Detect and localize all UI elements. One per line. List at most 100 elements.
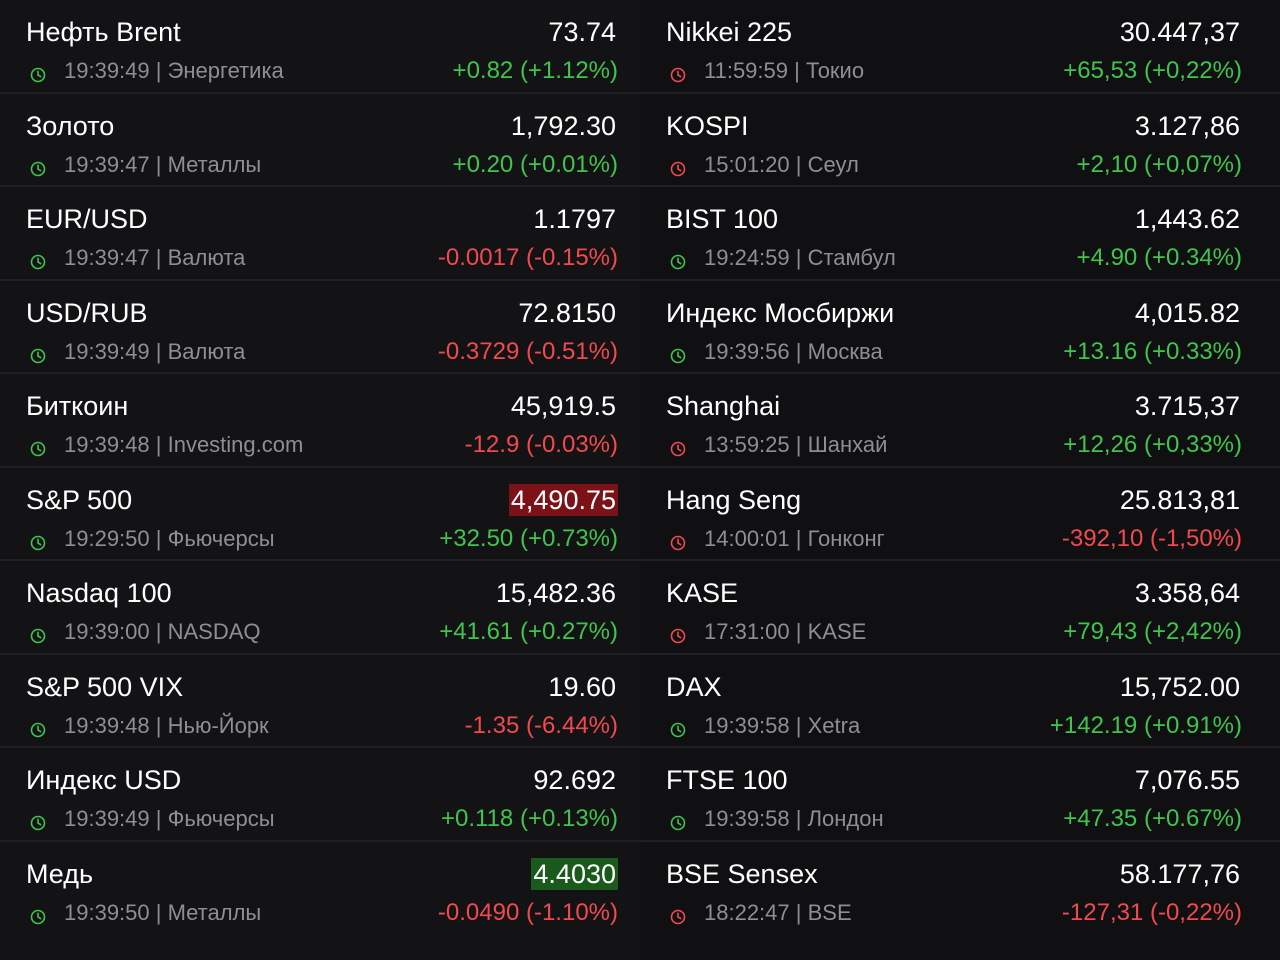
instrument-price: 72.8150 bbox=[518, 297, 616, 328]
quote-time: 19:39:00 bbox=[64, 619, 150, 644]
separator: | bbox=[789, 712, 808, 738]
quote-source: Токио bbox=[805, 58, 865, 83]
price-change: +2,10 (+0,07%) bbox=[1076, 150, 1242, 178]
instrument-name: Shanghai bbox=[666, 391, 781, 421]
quote-row-nikkei-225[interactable]: Nikkei 225 30.447,37 11:59:59 | Токио +65,5… bbox=[640, 0, 1280, 94]
quote-row-kospi[interactable]: KOSPI 3.127,86 15:01:20 | Сеул +2,10 (+0,07… bbox=[640, 94, 1280, 187]
price-change: +32.50 (+0.73%) bbox=[439, 524, 618, 552]
quote-time: 17:31:00 bbox=[704, 619, 790, 644]
quote-source: KASE bbox=[807, 619, 867, 644]
separator: | bbox=[789, 151, 808, 177]
instrument-name: KOSPI bbox=[666, 110, 749, 141]
clock-icon bbox=[670, 905, 686, 924]
separator: | bbox=[149, 899, 168, 925]
instrument-price: 73.74 bbox=[548, 17, 616, 47]
quote-row-индекс-мосбиржи[interactable]: Индекс Мосбиржи 4,015.82 19:39:56 | Москва… bbox=[640, 281, 1280, 374]
quote-meta: 19:39:58 | Лондон bbox=[666, 804, 884, 834]
quote-row-нефть-brent[interactable]: Нефть Brent 73.74 19:39:49 | Энергетика +0.… bbox=[0, 0, 640, 94]
quote-row-bse-sensex[interactable]: BSE Sensex 58.177,76 18:22:47 | BSE -127,31… bbox=[640, 842, 1280, 936]
quote-meta: 19:39:00 | NASDAQ bbox=[26, 617, 261, 647]
quote-source: Стамбул bbox=[807, 245, 896, 270]
instrument-price: 92.692 bbox=[533, 765, 616, 795]
separator: | bbox=[789, 619, 808, 644]
separator: | bbox=[149, 525, 168, 551]
quote-time: 19:39:49 bbox=[64, 806, 150, 831]
quote-row-s-p-500-vix[interactable]: S&P 500 VIX 19.60 19:39:48 | Нью-Йорк -1.35… bbox=[0, 655, 640, 748]
quote-meta: 19:24:59 | Стамбул bbox=[666, 243, 896, 273]
price-change: +12,26 (+0,33%) bbox=[1063, 431, 1242, 458]
price-change: -392,10 (-1,50%) bbox=[1061, 524, 1242, 552]
quote-meta: 19:39:49 | Фьючерсы bbox=[26, 804, 275, 834]
instrument-price: 3.358,64 bbox=[1134, 578, 1240, 608]
quote-meta: 14:00:01 | Гонконг bbox=[666, 524, 885, 554]
price-change: -0.3729 (-0.51%) bbox=[437, 337, 618, 365]
instrument-name: BSE Sensex bbox=[666, 858, 818, 889]
quote-meta: 19:39:48 | Investing.com bbox=[26, 430, 303, 460]
clock-icon bbox=[670, 531, 686, 550]
quote-meta: 19:39:49 | Энергетика bbox=[26, 56, 284, 86]
quote-time: 19:39:49 bbox=[64, 58, 150, 83]
price-change: +0.82 (+1.12%) bbox=[452, 57, 618, 84]
separator: | bbox=[789, 525, 808, 551]
instrument-name: Медь bbox=[26, 858, 94, 889]
quote-source: Investing.com bbox=[167, 432, 304, 457]
instrument-price: 4.4030 bbox=[531, 857, 618, 890]
instrument-price: 15,752.00 bbox=[1119, 671, 1240, 702]
quote-row-индекс-usd[interactable]: Индекс USD 92.692 19:39:49 | Фьючерсы +0.11… bbox=[0, 748, 640, 842]
instrument-name: BIST 100 bbox=[666, 204, 779, 234]
separator: | bbox=[149, 619, 168, 644]
quote-time: 18:22:47 bbox=[704, 899, 790, 925]
quote-row-nasdaq-100[interactable]: Nasdaq 100 15,482.36 19:39:00 | NASDAQ +41.… bbox=[0, 561, 640, 655]
quote-source: Нью-Йорк bbox=[167, 712, 269, 738]
price-change: +142.19 (+0.91%) bbox=[1049, 711, 1242, 739]
separator: | bbox=[149, 245, 168, 270]
quote-time: 19:39:47 bbox=[64, 245, 150, 270]
quote-row-bist-100[interactable]: BIST 100 1,443.62 19:24:59 | Стамбул +4.90 … bbox=[640, 187, 1280, 281]
instrument-name: Нефть Brent bbox=[26, 17, 181, 47]
quote-meta: 19:29:50 | Фьючерсы bbox=[26, 524, 275, 554]
quote-row-s-p-500[interactable]: S&P 500 4,490.75 19:29:50 | Фьючерсы +32.50… bbox=[0, 468, 640, 561]
clock-icon bbox=[30, 905, 46, 924]
quote-source: Фьючерсы bbox=[167, 806, 275, 831]
instrument-price: 4,015.82 bbox=[1134, 297, 1240, 328]
quote-row-золото[interactable]: Золото 1,792.30 19:39:47 | Металлы +0.20 (+… bbox=[0, 94, 640, 187]
clock-icon bbox=[30, 437, 46, 457]
quote-row-ftse-100[interactable]: FTSE 100 7,076.55 19:39:58 | Лондон +47.35 … bbox=[640, 748, 1280, 842]
quote-row-dax[interactable]: DAX 15,752.00 19:39:58 | Xetra +142.19 (+0.… bbox=[640, 655, 1280, 748]
instrument-name: Индекс Мосбиржи bbox=[666, 297, 895, 328]
quote-row-shanghai[interactable]: Shanghai 3.715,37 13:59:25 | Шанхай +12,26 … bbox=[640, 374, 1280, 468]
instrument-name: Nasdaq 100 bbox=[26, 578, 172, 608]
quote-meta: 19:39:47 | Металлы bbox=[26, 150, 261, 180]
quote-meta: 19:39:48 | Нью-Йорк bbox=[26, 711, 269, 741]
instrument-name: Золото bbox=[26, 110, 115, 141]
quote-row-eur-usd[interactable]: EUR/USD 1.1797 19:39:47 | Валюта -0.0017 (-… bbox=[0, 187, 640, 281]
quote-row-медь[interactable]: Медь 4.4030 19:39:50 | Металлы -0.0490 (-1.… bbox=[0, 842, 640, 936]
separator: | bbox=[149, 432, 168, 457]
clock-icon bbox=[30, 157, 46, 176]
quote-time: 19:39:50 bbox=[64, 899, 150, 925]
instrument-name: Индекс USD bbox=[26, 765, 182, 795]
quote-row-биткоин[interactable]: Биткоин 45,919.5 19:39:48 | Investing.com -… bbox=[0, 374, 640, 468]
quote-row-kase[interactable]: KASE 3.358,64 17:31:00 | KASE +79,43 (+2,42… bbox=[640, 561, 1280, 655]
instrument-price: 30.447,37 bbox=[1119, 17, 1240, 47]
price-change: -0.0490 (-1.10%) bbox=[437, 898, 618, 926]
quote-source: NASDAQ bbox=[167, 619, 261, 644]
instrument-name: KASE bbox=[666, 578, 739, 608]
instrument-name: Биткоин bbox=[26, 391, 129, 421]
quote-row-hang-seng[interactable]: Hang Seng 25.813,81 14:00:01 | Гонконг -392… bbox=[640, 468, 1280, 561]
instrument-name: EUR/USD bbox=[26, 204, 148, 234]
instrument-price: 25.813,81 bbox=[1119, 484, 1240, 515]
instrument-name: Hang Seng bbox=[666, 484, 802, 515]
quote-time: 19:39:48 bbox=[64, 712, 150, 738]
quote-source: Сеул bbox=[807, 151, 859, 177]
price-change: +0.118 (+0.13%) bbox=[440, 805, 618, 832]
quote-source: Валюта bbox=[167, 245, 246, 270]
quote-source: Энергетика bbox=[167, 58, 284, 83]
quote-time: 13:59:25 bbox=[704, 432, 790, 457]
quote-time: 19:29:50 bbox=[64, 525, 150, 551]
clock-icon bbox=[30, 811, 46, 831]
quote-meta: 19:39:47 | Валюта bbox=[26, 243, 245, 273]
quote-time: 19:39:58 bbox=[704, 712, 790, 738]
quote-row-usd-rub[interactable]: USD/RUB 72.8150 19:39:49 | Валюта -0.3729 (… bbox=[0, 281, 640, 374]
price-change: +0.20 (+0.01%) bbox=[452, 150, 618, 178]
